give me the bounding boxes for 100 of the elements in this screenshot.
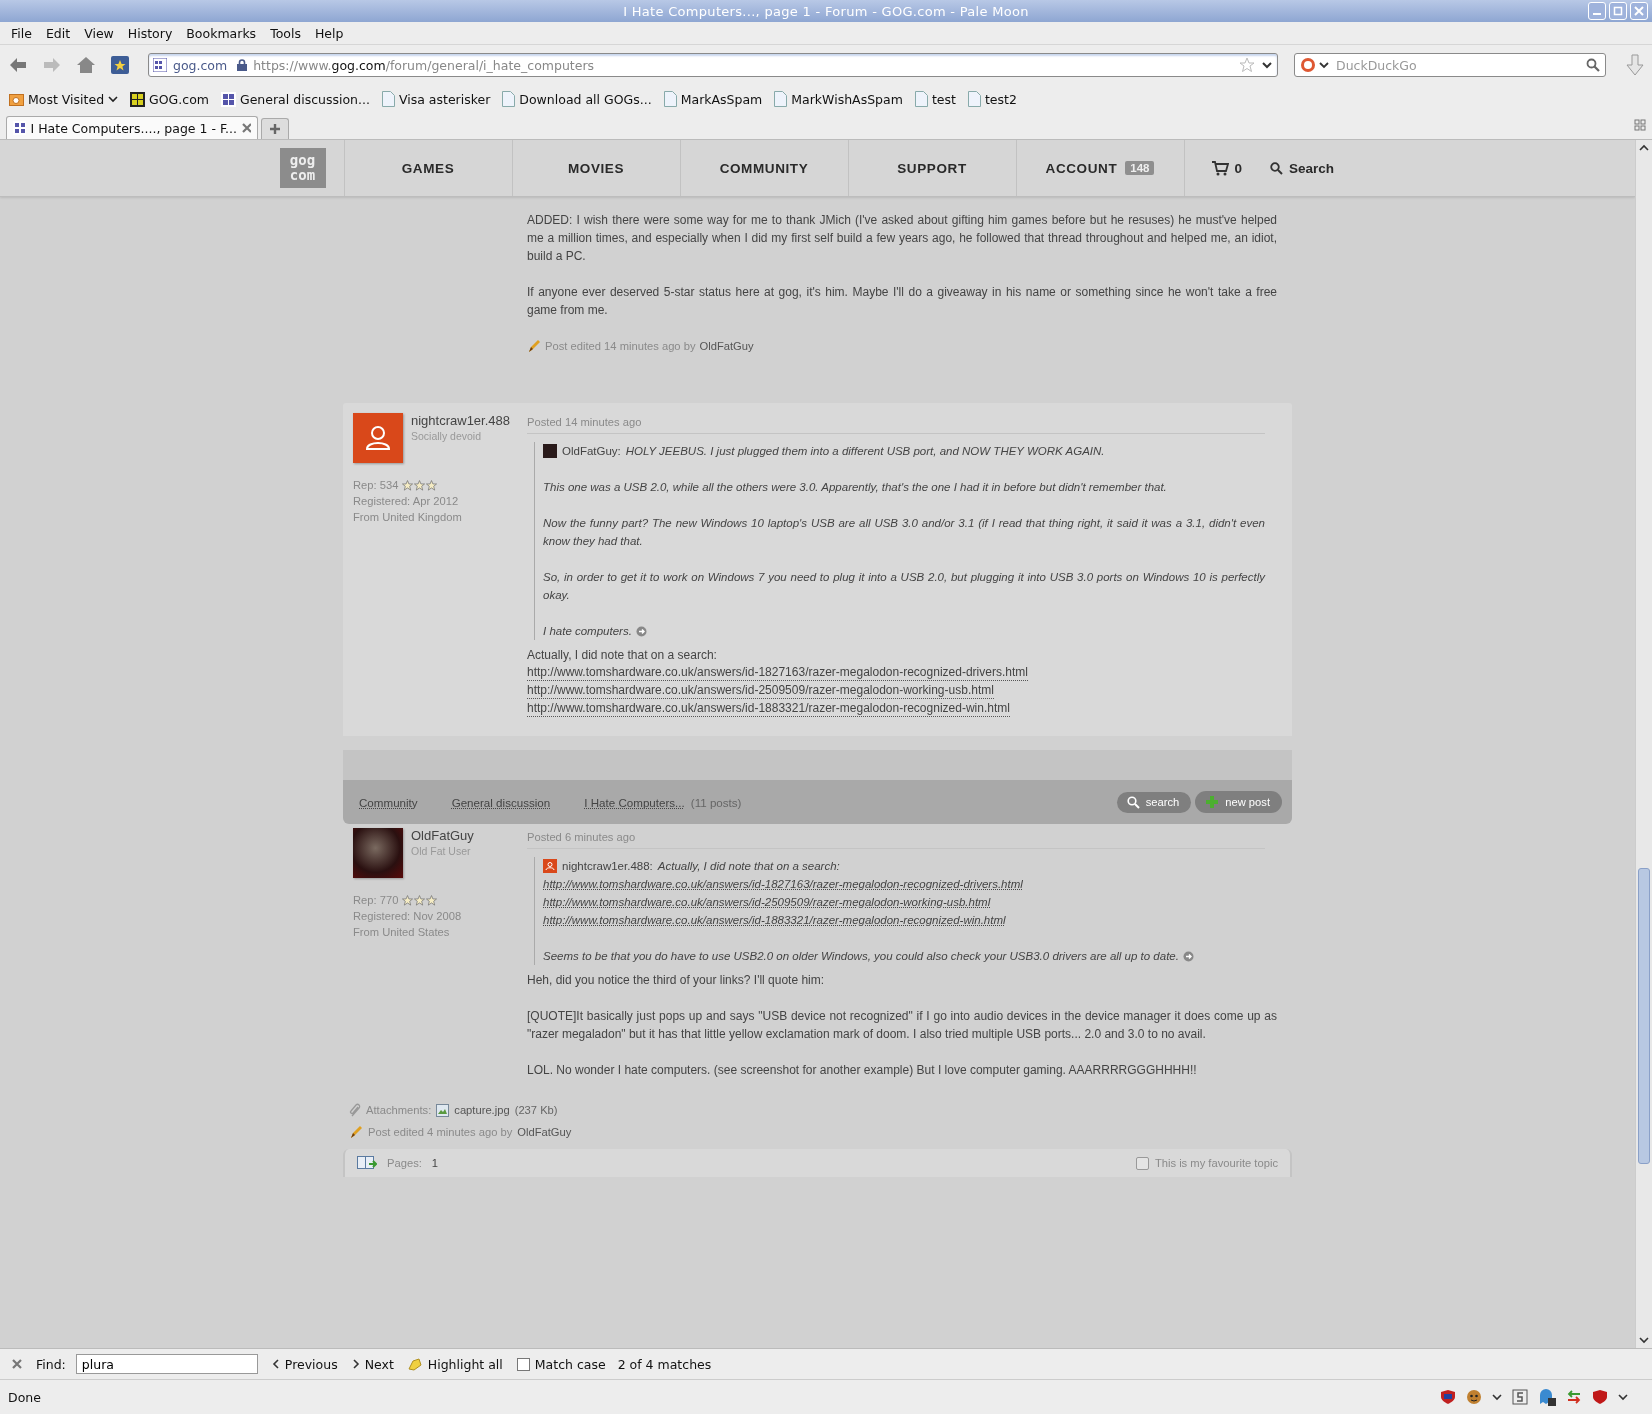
post-link[interactable]: http://www.tomshardware.co.uk/answers/id-1883321/razer-megalodon-recognized-win.html (527, 700, 1010, 717)
bookmark-item[interactable]: Visa asterisker (381, 91, 491, 107)
arrow-circle-icon[interactable] (635, 626, 647, 638)
checkbox[interactable] (1135, 1156, 1149, 1170)
monkey-face-icon[interactable] (1466, 1389, 1482, 1405)
find-field[interactable]: plura (75, 1354, 258, 1374)
nav-link[interactable]: SUPPORT (848, 140, 1017, 196)
nav-link[interactable]: ACCOUNT 148 (1016, 140, 1185, 196)
bookmark-item[interactable]: MarkWishAsSpam (774, 91, 903, 107)
new-tab-button[interactable] (261, 118, 289, 139)
reputation: Rep: 770 (353, 893, 399, 908)
quote-text: This one was a USB 2.0, while all the others were 3.0. Apparently, that's the one I had it in before but didn't remember that. (543, 481, 1167, 493)
reputation: Rep: 534 (353, 478, 399, 493)
menu-item[interactable]: History (120, 23, 180, 43)
close-icon[interactable] (242, 123, 251, 133)
page-icon (502, 91, 516, 107)
breadcrumb-link[interactable]: I Hate Computers... (584, 795, 685, 809)
menu-item[interactable]: Edit (38, 23, 78, 43)
scrollbar[interactable] (1635, 140, 1652, 1348)
post-link[interactable]: http://www.tomshardware.co.uk/answers/id-1827163/razer-megalodon-recognized-drivers.html (527, 664, 1028, 681)
match-case-label[interactable]: Match case (534, 1356, 606, 1372)
checkbox[interactable] (516, 1357, 530, 1371)
bookmark-item[interactable]: MarkAsSpam (663, 91, 763, 107)
bookmark-item[interactable]: test (914, 91, 956, 107)
chevron-left-icon (271, 1359, 280, 1369)
star-icon (426, 479, 438, 491)
grid-favicon-icon (13, 121, 26, 135)
quote-link[interactable]: http://www.tomshardware.co.uk/answers/id-2509509/razer-megalodon-working-usb.html (543, 893, 1265, 911)
post-date: Posted 14 minutes ago (527, 413, 1265, 434)
avatar-image (543, 444, 557, 458)
new-post-button[interactable]: new post (1195, 791, 1282, 813)
edit-note: Post edited 4 minutes ago by (368, 1126, 513, 1138)
square-s-icon[interactable] (1512, 1389, 1528, 1405)
post-text: Heh, did you notice the third of your links? I'll quote him: (527, 972, 826, 989)
arrow-circle-icon[interactable] (1182, 951, 1194, 963)
author-link[interactable]: OldFatGuy (699, 337, 754, 355)
post-date: Posted 6 minutes ago (527, 828, 1265, 849)
shield-icon[interactable] (1592, 1389, 1608, 1405)
browser-tab[interactable]: I Hate Computers...., page 1 - F... (6, 116, 258, 139)
user-location: From United Kingdom (353, 510, 463, 525)
search-button[interactable]: search (1116, 791, 1192, 813)
post-text: Actually, I did note that on a search: (527, 647, 718, 664)
search-icon (1126, 795, 1140, 809)
quote-author[interactable]: OldFatGuy: (562, 442, 621, 460)
breadcrumb-link[interactable]: Community (359, 795, 418, 809)
page-number[interactable]: 1 (431, 1157, 439, 1169)
avatar-icon[interactable] (353, 413, 403, 463)
quote-author[interactable]: nightcraw1er.488: (562, 857, 653, 875)
swap-arrows-icon[interactable] (1566, 1389, 1582, 1405)
menu-item[interactable]: File (4, 23, 39, 43)
breadcrumb-link[interactable]: General discussion (451, 795, 551, 809)
bookmark-item[interactable]: Download all GOGs... (502, 91, 652, 107)
avatar-icon (543, 859, 557, 873)
nav-link[interactable]: COMMUNITY (680, 140, 849, 196)
next-button[interactable]: Next (351, 1356, 394, 1372)
bookmark-item[interactable]: Most Visited (9, 91, 119, 107)
scrollbar-thumb[interactable] (1638, 868, 1650, 1164)
username[interactable]: OldFatGuy (411, 828, 474, 843)
menu-item[interactable]: Tools (263, 23, 308, 43)
edit-note: Post edited 14 minutes ago by (545, 339, 696, 354)
chevron-down-icon[interactable] (1261, 59, 1273, 71)
bookmark-item[interactable]: test2 (967, 91, 1017, 107)
chevron-down-icon (108, 94, 119, 104)
quote-text: Seems to be that you do have to use USB2.0 on older Windows, you could also check your USB3.0 drivers are all up to date. (543, 950, 1179, 962)
bookmark-item[interactable]: GOG.com (130, 91, 209, 107)
star-icon[interactable] (1239, 57, 1255, 73)
search-link[interactable]: Search (1242, 140, 1335, 196)
shield-icon[interactable] (1440, 1389, 1456, 1405)
chevron-down-icon[interactable] (1319, 60, 1329, 70)
grid-favicon-icon (221, 91, 236, 107)
post-link[interactable]: http://www.tomshardware.co.uk/answers/id-2509509/razer-megalodon-working-usb.html (527, 682, 994, 699)
menu-item[interactable]: Bookmarks (179, 23, 264, 43)
attachment-link[interactable]: capture.jpg (454, 1104, 510, 1116)
chevron-down-icon[interactable] (1618, 1392, 1628, 1402)
ghost-icon[interactable] (1538, 1388, 1556, 1406)
address-field[interactable]: gog.com https://www.gog.com/forum/general/i_hate_computers (148, 53, 1278, 77)
highlight-all-button[interactable]: Highlight all (407, 1356, 503, 1372)
cart-link[interactable]: 0 (1184, 140, 1242, 196)
home-icon[interactable] (76, 55, 96, 75)
menu-item[interactable]: Help (307, 23, 351, 43)
menu-item[interactable]: View (77, 23, 121, 43)
quote-link[interactable]: http://www.tomshardware.co.uk/answers/id-1827163/razer-megalodon-recognized-drivers.html (543, 875, 1265, 893)
search-field[interactable]: DuckDuckGo (1294, 53, 1606, 77)
chevron-down-icon[interactable] (1638, 1334, 1650, 1346)
site-identity[interactable]: gog.com (173, 57, 232, 73)
star-icon (402, 894, 414, 906)
plus-icon (1205, 795, 1220, 809)
search-icon[interactable] (1586, 58, 1600, 72)
chevron-down-icon[interactable] (1492, 1392, 1502, 1402)
grid-icon[interactable] (1634, 119, 1646, 131)
quote-link[interactable]: http://www.tomshardware.co.uk/answers/id-1883321/razer-megalodon-recognized-win.html (543, 911, 1265, 929)
previous-button[interactable]: Previous (271, 1356, 338, 1372)
bookmark-item[interactable]: General discussion... (221, 91, 370, 107)
avatar-image[interactable] (353, 828, 403, 878)
nav-link[interactable]: GAMES (344, 140, 513, 196)
author-link[interactable]: OldFatGuy (517, 1126, 572, 1138)
username[interactable]: nightcraw1er.488 (411, 413, 510, 428)
close-icon[interactable] (12, 1359, 22, 1369)
search-input[interactable]: DuckDuckGo (1332, 57, 1583, 73)
nav-link[interactable]: MOVIES (512, 140, 681, 196)
